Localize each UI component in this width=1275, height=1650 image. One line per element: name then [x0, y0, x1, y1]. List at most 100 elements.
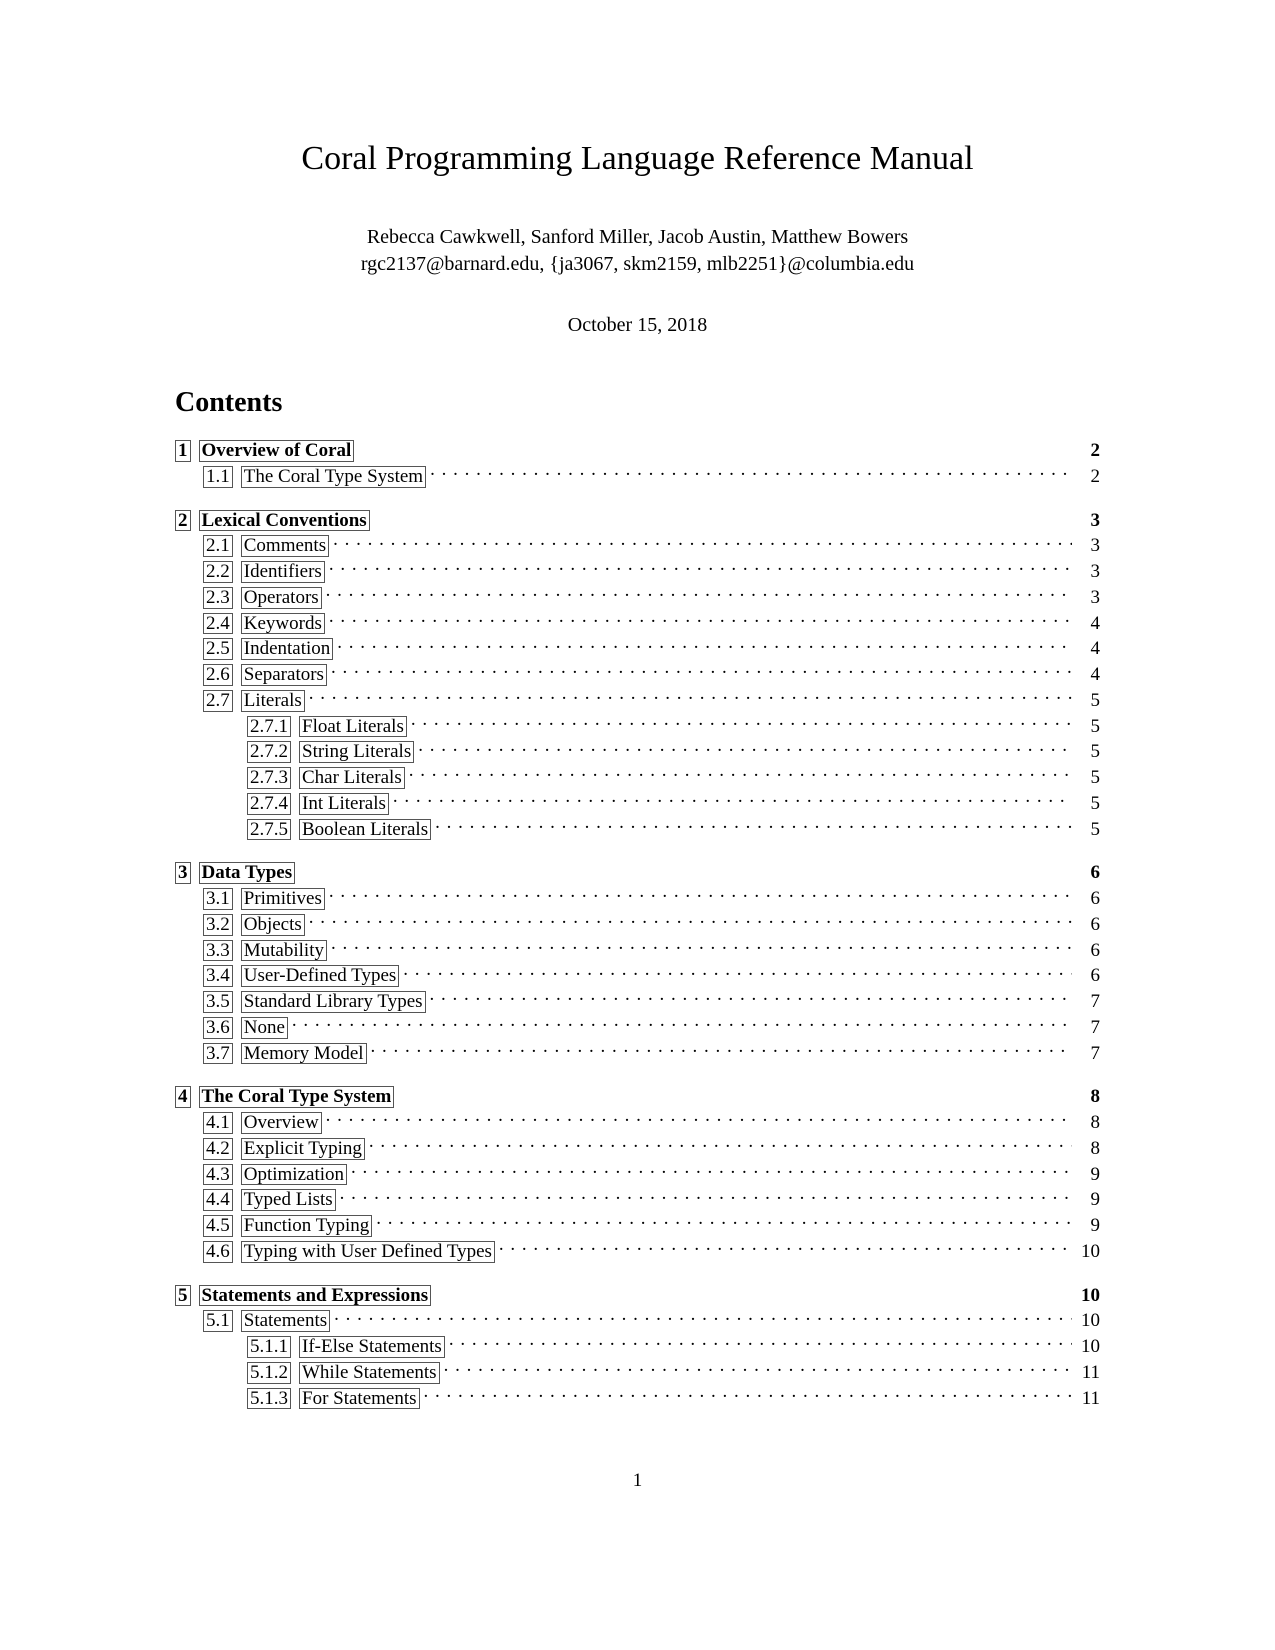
toc-entry-number[interactable]: 5.1.3: [247, 1388, 291, 1410]
toc-leader-dots: [430, 988, 1072, 1007]
toc-entry-title[interactable]: Standard Library Types: [241, 990, 426, 1014]
toc-entry-number[interactable]: 5: [175, 1285, 191, 1307]
toc-entry-number[interactable]: 4.4: [203, 1189, 233, 1211]
toc-entry-title[interactable]: Indentation: [241, 637, 334, 661]
toc-entry-number[interactable]: 2.7.2: [247, 741, 291, 763]
toc-leader-dots: [326, 1109, 1072, 1128]
toc-entry-number[interactable]: 5.1.1: [247, 1336, 291, 1358]
toc-entry-number[interactable]: 4.2: [203, 1138, 233, 1160]
toc-entry-number[interactable]: 2.7.4: [247, 793, 291, 815]
toc-entry-title[interactable]: Data Types: [199, 861, 296, 885]
toc-entry-page: 11: [1076, 1387, 1100, 1411]
toc-entry-title[interactable]: String Literals: [299, 740, 414, 764]
toc-entry-title[interactable]: Optimization: [241, 1163, 347, 1187]
toc-entry-title[interactable]: Mutability: [241, 939, 327, 963]
toc-entry-title[interactable]: Keywords: [241, 612, 325, 636]
toc-leader-dots: [449, 1333, 1072, 1352]
toc-entry-page: 5: [1076, 818, 1100, 842]
toc-subsection-row: 4.2Explicit Typing8: [175, 1135, 1100, 1161]
toc-entry-title[interactable]: Lexical Conventions: [199, 509, 370, 533]
toc-entry-number[interactable]: 3.6: [203, 1017, 233, 1039]
toc-entry-page: 5: [1076, 792, 1100, 816]
toc-entry-number[interactable]: 3: [175, 862, 191, 884]
toc-entry-title[interactable]: Int Literals: [299, 792, 389, 816]
toc-entry-title[interactable]: User-Defined Types: [241, 964, 400, 988]
toc-entry-title[interactable]: Literals: [241, 689, 305, 713]
page-number: 1: [175, 1470, 1100, 1492]
toc-entry-number[interactable]: 3.7: [203, 1043, 233, 1065]
toc-entry-title[interactable]: Function Typing: [241, 1214, 373, 1238]
toc-entry-number[interactable]: 4.3: [203, 1164, 233, 1186]
toc-entry-number[interactable]: 2.7.1: [247, 716, 291, 738]
toc-entry-number[interactable]: 4.5: [203, 1215, 233, 1237]
toc-entry-number[interactable]: 4: [175, 1086, 191, 1108]
page-container: Coral Programming Language Reference Man…: [0, 0, 1275, 1552]
toc-entry-number[interactable]: 2.5: [203, 638, 233, 660]
toc-entry-number[interactable]: 2.6: [203, 664, 233, 686]
toc-entry-title[interactable]: If-Else Statements: [299, 1335, 445, 1359]
toc-subsection-row: 3.3Mutability6: [175, 937, 1100, 963]
toc-entry-number[interactable]: 3.5: [203, 991, 233, 1013]
toc-entry-title[interactable]: Identifiers: [241, 560, 325, 584]
toc-entry-page: 6: [1076, 964, 1100, 988]
toc-entry-number[interactable]: 2.3: [203, 587, 233, 609]
toc-entry-title[interactable]: Typing with User Defined Types: [241, 1240, 495, 1264]
toc-subsection-row: 3.6None7: [175, 1014, 1100, 1040]
toc-leader-dots: [409, 764, 1072, 783]
toc-subsubsection-row: 2.7.4 Int Literals 5: [175, 790, 1100, 816]
toc-entry-number[interactable]: 3.2: [203, 914, 233, 936]
toc-section: 5Statements and Expressions105.1Statemen…: [175, 1282, 1100, 1411]
toc-entry-number[interactable]: 5.1.2: [247, 1362, 291, 1384]
toc-subsubsection-row: 5.1.1If-Else Statements10: [175, 1333, 1100, 1359]
toc-subsection-row: 2.1Comments3: [175, 532, 1100, 558]
toc-entry-title[interactable]: Primitives: [241, 887, 325, 911]
toc-entry-number[interactable]: 4.1: [203, 1112, 233, 1134]
toc-entry-title[interactable]: Objects: [241, 913, 305, 937]
toc-entry-number[interactable]: 2.1: [203, 535, 233, 557]
toc-entry-number[interactable]: 1.1: [203, 466, 233, 488]
toc-entry-number[interactable]: 5.1: [203, 1310, 233, 1332]
toc-entry-title[interactable]: Explicit Typing: [241, 1137, 365, 1161]
toc-entry-title[interactable]: Statements: [241, 1309, 330, 1333]
toc-entry-title[interactable]: Overview of Coral: [199, 439, 355, 463]
toc-entry-title[interactable]: Comments: [241, 534, 329, 558]
toc-entry-number[interactable]: 4.6: [203, 1241, 233, 1263]
toc-subsubsection-row: 2.7.5 Boolean Literals 5: [175, 816, 1100, 842]
toc-entry-title[interactable]: Typed Lists: [241, 1188, 336, 1212]
toc-entry-title[interactable]: Memory Model: [241, 1042, 367, 1066]
toc-entry-title[interactable]: None: [241, 1016, 288, 1040]
toc-leader-dots: [444, 1359, 1072, 1378]
toc-entry-title[interactable]: While Statements: [299, 1361, 440, 1385]
toc-leader-dots: [292, 1014, 1072, 1033]
toc-entry-title[interactable]: Separators: [241, 663, 327, 687]
toc-entry-title[interactable]: Statements and Expressions: [199, 1284, 432, 1308]
toc-entry-number[interactable]: 2.7: [203, 690, 233, 712]
toc-entry-title[interactable]: Char Literals: [299, 766, 405, 790]
toc-entry-number[interactable]: 2.7.5: [247, 819, 291, 841]
toc-entry-title[interactable]: Float Literals: [299, 715, 407, 739]
toc-entry-number[interactable]: 3.3: [203, 940, 233, 962]
toc-entry-number[interactable]: 1: [175, 440, 191, 462]
toc-entry-number[interactable]: 3.4: [203, 965, 233, 987]
toc-entry-page: 8: [1076, 1111, 1100, 1135]
toc-entry-title[interactable]: Overview: [241, 1111, 322, 1135]
toc-subsubsection-row: 2.7.1Float Literals5: [175, 713, 1100, 739]
toc-entry-title[interactable]: For Statements: [299, 1387, 420, 1411]
toc-entry-title[interactable]: The Coral Type System: [199, 1085, 395, 1109]
toc-entry-number[interactable]: 2.7.3: [247, 767, 291, 789]
toc-entry-number[interactable]: 2.2: [203, 561, 233, 583]
toc-entry-title[interactable]: Operators: [241, 586, 322, 610]
toc-entry-title[interactable]: Boolean Literals: [299, 818, 431, 842]
toc-entry-number[interactable]: 2.4: [203, 613, 233, 635]
toc-section: 1Overview of Coral21.1The Coral Type Sys…: [175, 437, 1100, 489]
toc-entry-title[interactable]: The Coral Type System: [241, 465, 426, 489]
toc-entry-number[interactable]: 2: [175, 510, 191, 532]
toc-leader-dots: [331, 661, 1072, 680]
toc-leader-dots: [331, 937, 1072, 956]
toc-subsection-row: 4.5Function Typing9: [175, 1212, 1100, 1238]
toc-entry-page: 9: [1076, 1188, 1100, 1212]
toc-subsection-row: 2.2Identifiers3: [175, 558, 1100, 584]
toc-entry-page: 7: [1076, 1042, 1100, 1066]
toc-leader-dots: [299, 859, 1072, 878]
toc-entry-number[interactable]: 3.1: [203, 888, 233, 910]
